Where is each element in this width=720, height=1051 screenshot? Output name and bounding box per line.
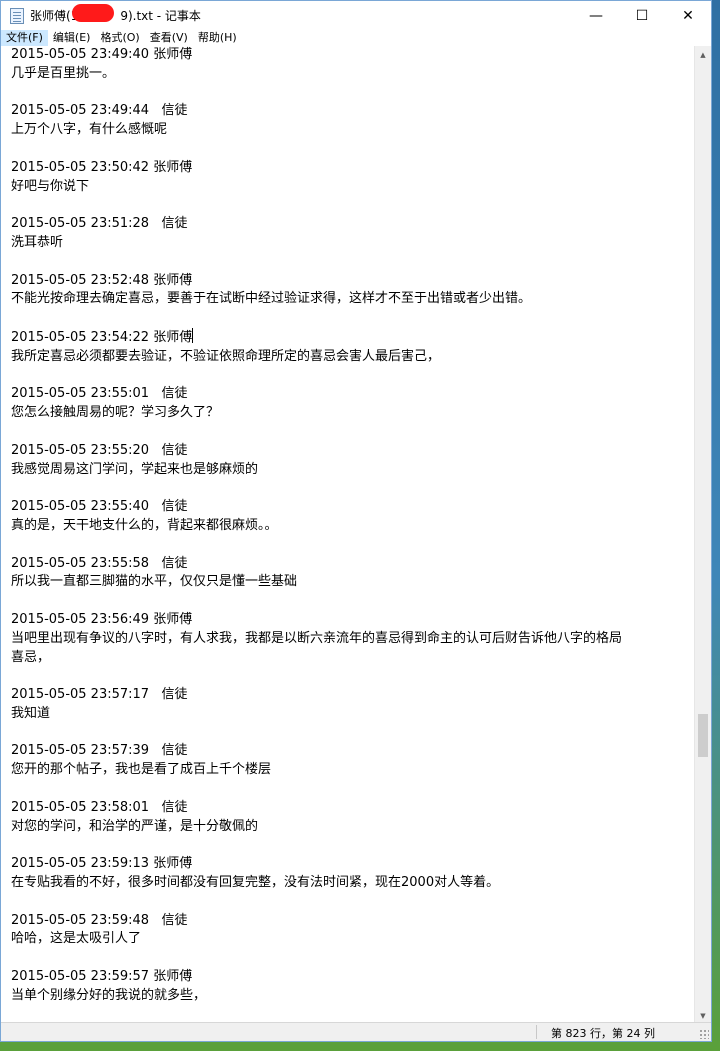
text-line[interactable]: 2015-05-05 23:55:58 信徒 <box>11 555 695 574</box>
text-line[interactable]: 2015-05-05 23:59:13 张师傅 <box>11 855 695 874</box>
text-line[interactable]: 2015-05-05 23:55:01 信徒 <box>11 385 695 404</box>
text-line[interactable]: 2015-05-05 23:55:20 信徒 <box>11 442 695 461</box>
text-line[interactable]: 2015-05-05 23:56:49 张师傅 <box>11 611 695 630</box>
scroll-up-icon: ▲ <box>700 50 706 59</box>
menu-file[interactable]: 文件(F) <box>1 30 48 46</box>
close-button[interactable]: ✕ <box>665 1 711 30</box>
blank-line[interactable] <box>11 592 695 611</box>
text-line[interactable]: 我所定喜忌必须都要去验证，不验证依照命理所定的喜忌会害人最后害己， <box>11 348 695 367</box>
blank-line[interactable] <box>11 84 695 103</box>
text-line[interactable]: 2015-05-05 23:52:48 张师傅 <box>11 272 695 291</box>
window-title-suffix: 9).txt - 记事本 <box>120 9 201 23</box>
text-line[interactable]: 几乎是百里挑一。 <box>11 65 695 84</box>
text-line[interactable]: 我感觉周易这门学问，学起来也是够麻烦的 <box>11 461 695 480</box>
text-line[interactable]: 您开的那个帖子，我也是看了成百上千个楼层 <box>11 761 695 780</box>
window-controls: — ☐ ✕ <box>573 1 711 30</box>
blank-line[interactable] <box>11 536 695 555</box>
scroll-thumb[interactable] <box>698 714 708 757</box>
text-line[interactable]: 当单个别缘分好的我说的就多些， <box>11 987 695 1006</box>
text-line[interactable]: 上万个八字，有什么感慨呢 <box>11 121 695 140</box>
minimize-button[interactable]: — <box>573 1 619 30</box>
blank-line[interactable] <box>11 367 695 386</box>
text-line[interactable]: 2015-05-05 23:49:40 张师傅 <box>11 46 695 65</box>
text-content[interactable]: 2015-05-05 23:49:40 张师傅 几乎是百里挑一。 2015-05-0… <box>1 46 695 1006</box>
text-line[interactable]: 喜忌， <box>11 649 695 668</box>
text-line[interactable]: 当吧里出现有争议的八字时，有人求我，我都是以断六亲流年的喜忌得到命主的认可后财告… <box>11 630 695 649</box>
text-line[interactable]: 好吧与你说下 <box>11 178 695 197</box>
blank-line[interactable] <box>11 423 695 442</box>
blank-line[interactable] <box>11 724 695 743</box>
text-line[interactable]: 您怎么接触周易的呢？学习多久了？ <box>11 404 695 423</box>
title-redaction-mark <box>72 4 114 22</box>
text-line[interactable]: 在专贴我看的不好，很多时间都没有回复完整，没有法时间紧，现在2000对人等着。 <box>11 874 695 893</box>
text-line[interactable]: 哈哈，这是太吸引人了 <box>11 930 695 949</box>
blank-line[interactable] <box>11 196 695 215</box>
text-line[interactable]: 不能光按命理去确定喜忌，要善于在试断中经过验证求得，这样才不至于出错或者少出错。 <box>11 290 695 309</box>
blank-line[interactable] <box>11 949 695 968</box>
status-separator <box>536 1025 537 1039</box>
menu-format[interactable]: 格式(O) <box>95 30 144 46</box>
window-title: 张师傅(1 9).txt - 记事本 <box>30 4 201 24</box>
blank-line[interactable] <box>11 309 695 328</box>
cursor-position: 第 823 行，第 24 列 <box>551 1027 655 1040</box>
blank-line[interactable] <box>11 836 695 855</box>
notepad-window: 张师傅(1 9).txt - 记事本 — ☐ ✕ 文件(F) 编辑(E) 格式(O… <box>0 0 712 1042</box>
blank-line[interactable] <box>11 140 695 159</box>
menu-bar: 文件(F) 编辑(E) 格式(O) 查看(V) 帮助(H) <box>1 30 711 46</box>
text-line[interactable]: 2015-05-05 23:59:48 信徒 <box>11 912 695 931</box>
blank-line[interactable] <box>11 667 695 686</box>
resize-grip-icon[interactable] <box>699 1029 709 1039</box>
blank-line[interactable] <box>11 253 695 272</box>
text-line[interactable]: 2015-05-05 23:49:44 信徒 <box>11 102 695 121</box>
blank-line[interactable] <box>11 893 695 912</box>
text-line[interactable]: 2015-05-05 23:59:57 张师傅 <box>11 968 695 987</box>
status-bar: 第 823 行，第 24 列 <box>1 1022 711 1041</box>
text-line[interactable]: 对您的学问，和治学的严谨，是十分敬佩的 <box>11 818 695 837</box>
text-editor[interactable]: 2015-05-05 23:49:40 张师傅 几乎是百里挑一。 2015-05-0… <box>1 46 695 1024</box>
title-bar[interactable]: 张师傅(1 9).txt - 记事本 — ☐ ✕ <box>1 1 711 30</box>
text-line[interactable]: 2015-05-05 23:57:17 信徒 <box>11 686 695 705</box>
text-line[interactable]: 2015-05-05 23:58:01 信徒 <box>11 799 695 818</box>
text-line[interactable]: 真的是，天干地支什么的，背起来都很麻烦。。 <box>11 517 695 536</box>
scroll-up-button[interactable]: ▲ <box>695 46 711 63</box>
blank-line[interactable] <box>11 479 695 498</box>
text-line[interactable]: 2015-05-05 23:50:42 张师傅 <box>11 159 695 178</box>
menu-help[interactable]: 帮助(H) <box>193 30 242 46</box>
notepad-app-icon <box>10 7 24 24</box>
maximize-icon: ☐ <box>635 7 649 24</box>
text-line[interactable]: 2015-05-05 23:55:40 信徒 <box>11 498 695 517</box>
text-line[interactable]: 我知道 <box>11 705 695 724</box>
blank-line[interactable] <box>11 780 695 799</box>
text-line[interactable]: 2015-05-05 23:54:22 张师傅 <box>11 327 695 348</box>
menu-view[interactable]: 查看(V) <box>145 30 193 46</box>
text-line[interactable]: 洗耳恭听 <box>11 234 695 253</box>
menu-edit[interactable]: 编辑(E) <box>48 30 96 46</box>
text-line[interactable]: 2015-05-05 23:51:28 信徒 <box>11 215 695 234</box>
maximize-button[interactable]: ☐ <box>619 1 665 30</box>
close-icon: ✕ <box>682 7 694 24</box>
scroll-down-icon: ▼ <box>700 1011 706 1020</box>
text-line[interactable]: 2015-05-05 23:57:39 信徒 <box>11 742 695 761</box>
text-line[interactable]: 所以我一直都三脚猫的水平，仅仅只是懂一些基础 <box>11 573 695 592</box>
text-caret <box>192 327 194 343</box>
minimize-icon: — <box>589 7 603 24</box>
vertical-scrollbar[interactable]: ▲ ▼ <box>694 46 711 1024</box>
